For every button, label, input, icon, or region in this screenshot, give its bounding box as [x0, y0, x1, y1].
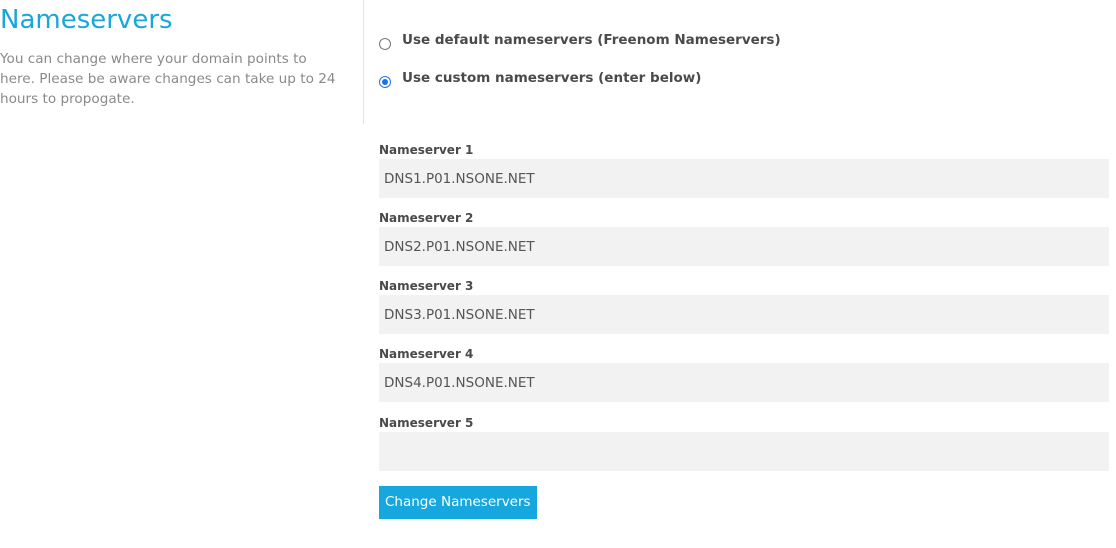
page-title: Nameservers [0, 5, 173, 35]
radio-default-nameservers[interactable] [379, 38, 391, 50]
nameserver-4-input[interactable] [379, 363, 1109, 402]
nameserver-1-input[interactable] [379, 159, 1109, 198]
option-default-label: Use default nameservers (Freenom Nameser… [402, 32, 781, 48]
option-custom-label: Use custom nameservers (enter below) [402, 70, 702, 86]
nameserver-3-field: Nameserver 3 [379, 278, 1109, 334]
nameserver-2-label: Nameserver 2 [379, 211, 474, 225]
nameserver-4-field: Nameserver 4 [379, 346, 1109, 402]
nameserver-4-label: Nameserver 4 [379, 347, 474, 361]
nameserver-1-field: Nameserver 1 [379, 142, 1109, 198]
nameserver-2-field: Nameserver 2 [379, 210, 1109, 266]
radio-custom-nameservers[interactable] [379, 76, 391, 88]
nameserver-1-label: Nameserver 1 [379, 143, 474, 157]
nameserver-3-label: Nameserver 3 [379, 279, 474, 293]
nameserver-2-input[interactable] [379, 227, 1109, 266]
nameserver-5-label: Nameserver 5 [379, 416, 474, 430]
change-nameservers-button[interactable]: Change Nameservers [379, 486, 537, 519]
nameservers-page: Nameservers You can change where your do… [0, 0, 1116, 548]
nameserver-5-field: Nameserver 5 [379, 415, 1109, 471]
nameserver-3-input[interactable] [379, 295, 1109, 334]
info-column: Nameservers You can change where your do… [0, 0, 364, 124]
page-description: You can change where your domain points … [0, 51, 336, 107]
nameserver-5-input[interactable] [379, 432, 1109, 471]
